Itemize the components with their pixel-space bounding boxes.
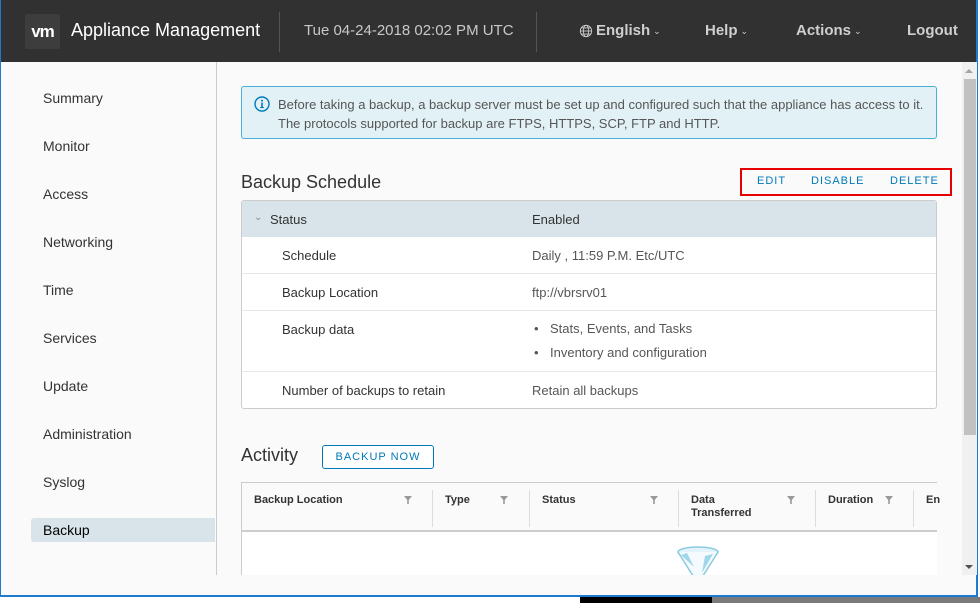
list-item: Inventory and configuration [532, 345, 707, 369]
schedule-value: Daily , 11:59 P.M. Etc/UTC [532, 248, 685, 263]
filter-icon[interactable] [884, 495, 894, 505]
sidebar-item-administration[interactable]: Administration [31, 422, 215, 446]
info-alert: Before taking a backup, a backup server … [241, 86, 937, 139]
sidebar-item-services[interactable]: Services [31, 326, 215, 350]
edit-button[interactable]: EDIT [757, 175, 786, 187]
header-divider [279, 12, 280, 52]
info-icon [254, 96, 270, 112]
column-label: En [926, 494, 941, 506]
schedule-label: Schedule [282, 248, 337, 263]
window-bottom-strip [1, 575, 976, 595]
app-title: Appliance Management [71, 20, 261, 40]
column-header-end[interactable]: En [914, 483, 962, 530]
language-label: English [596, 22, 651, 39]
sidebar-item-access[interactable]: Access [31, 182, 215, 206]
status-label: Status [270, 212, 307, 227]
column-header-backup-location[interactable]: Backup Location [242, 483, 433, 530]
retain-label: Number of backups to retain [282, 383, 446, 398]
logout-link[interactable]: Logout [907, 22, 958, 39]
background-region [712, 597, 980, 603]
actions-label: Actions [796, 22, 852, 39]
list-item: Stats, Events, and Tasks [532, 321, 707, 345]
filter-icon[interactable] [649, 495, 659, 505]
column-header-data-transferred[interactable]: Data Transferred [679, 483, 816, 530]
column-label: Type [445, 494, 470, 506]
disable-button[interactable]: DISABLE [811, 175, 864, 187]
column-label: Duration [828, 494, 874, 506]
help-label: Help [705, 22, 738, 39]
sidebar-item-monitor[interactable]: Monitor [31, 134, 215, 158]
sidebar-item-backup[interactable]: Backup [31, 518, 215, 542]
backup-data-list: Stats, Events, and Tasks Inventory and c… [532, 321, 707, 369]
main-content: Before taking a backup, a backup server … [217, 62, 962, 575]
filter-icon[interactable] [499, 495, 509, 505]
column-label: Data Transferred [691, 494, 752, 519]
column-label: Status [542, 494, 576, 506]
retain-value: Retain all backups [532, 383, 639, 398]
header-datetime: Tue 04-24-2018 02:02 PM UTC [304, 22, 514, 39]
sidebar-item-update[interactable]: Update [31, 374, 215, 398]
scroll-up-arrow-icon[interactable] [965, 69, 973, 73]
language-menu[interactable]: English ⌄ [579, 22, 661, 39]
column-header-status[interactable]: Status [530, 483, 679, 530]
sidebar-item-syslog[interactable]: Syslog [31, 470, 215, 494]
vmware-logo: vm [25, 14, 60, 49]
chevron-down-icon[interactable]: ⌄ [254, 212, 262, 223]
filter-icon[interactable] [786, 495, 796, 505]
table-row: Number of backups to retain Retain all b… [242, 372, 936, 408]
status-value: Enabled [532, 212, 580, 227]
vertical-scrollbar[interactable] [962, 62, 977, 575]
activity-title: Activity [241, 445, 299, 465]
backup-schedule-table: ⌄ Status Enabled Schedule Daily , 11:59 … [241, 200, 937, 409]
status-row[interactable]: ⌄ Status Enabled [242, 201, 936, 237]
alert-text: Before taking a backup, a backup server … [278, 97, 924, 131]
activity-datagrid: Backup Location Type Status Data Transfe… [241, 482, 940, 575]
table-row: Backup data Stats, Events, and Tasks Inv… [242, 311, 936, 372]
header-divider [536, 12, 537, 52]
table-row: Schedule Daily , 11:59 P.M. Etc/UTC [242, 237, 936, 274]
table-row: Backup Location ftp://vbrsrv01 [242, 274, 936, 311]
chevron-down-icon: ⌄ [740, 26, 749, 36]
scroll-down-arrow-icon[interactable] [965, 565, 973, 569]
chevron-down-icon: ⌄ [854, 26, 862, 36]
column-label: Backup Location [254, 494, 343, 506]
backup-data-label: Backup data [282, 322, 355, 337]
sidebar-item-summary[interactable]: Summary [31, 86, 215, 110]
backup-now-button[interactable]: BACKUP NOW [322, 445, 434, 469]
empty-state-funnel-icon [677, 546, 719, 575]
scrollbar-thumb[interactable] [964, 79, 976, 435]
sidebar-nav: Summary Monitor Access Networking Time S… [1, 62, 217, 575]
backup-location-label: Backup Location [282, 285, 379, 300]
column-header-duration[interactable]: Duration [816, 483, 914, 530]
help-menu[interactable]: Help ⌄ [705, 22, 748, 39]
background-region [580, 597, 712, 603]
globe-icon [579, 24, 593, 37]
chevron-down-icon: ⌄ [653, 26, 661, 36]
actions-menu[interactable]: Actions ⌄ [796, 22, 862, 39]
backup-schedule-title: Backup Schedule [241, 172, 382, 192]
datagrid-header: Backup Location Type Status Data Transfe… [242, 483, 940, 532]
backup-location-value: ftp://vbrsrv01 [532, 285, 608, 300]
filter-icon[interactable] [403, 495, 413, 505]
sidebar-item-networking[interactable]: Networking [31, 230, 215, 254]
app-header: vm Appliance Management Tue 04-24-2018 0… [1, 0, 976, 62]
column-header-type[interactable]: Type [433, 483, 530, 530]
background-window [0, 597, 980, 603]
sidebar-item-time[interactable]: Time [31, 278, 215, 302]
delete-button[interactable]: DELETE [890, 175, 939, 187]
